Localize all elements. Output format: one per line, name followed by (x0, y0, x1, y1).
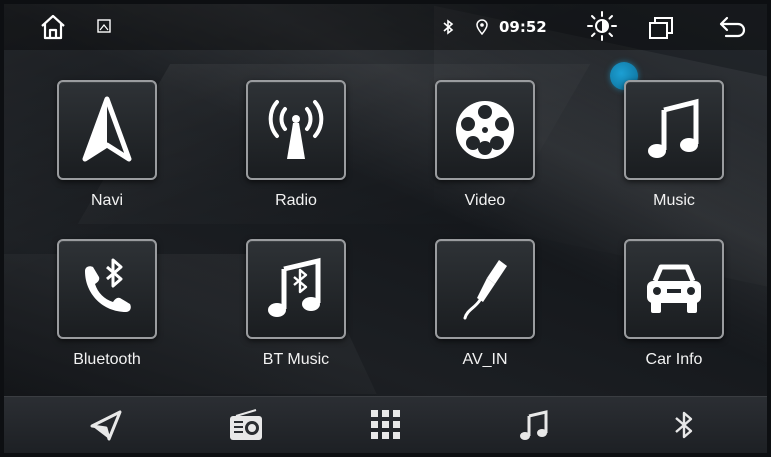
music-icon[interactable] (514, 407, 554, 443)
app-label: Car Info (645, 351, 703, 368)
bottom-dock (4, 396, 767, 453)
image-icon (96, 18, 112, 34)
music-note-icon[interactable] (624, 80, 724, 180)
bluetooth-icon (441, 19, 455, 35)
film-reel-icon[interactable] (435, 80, 535, 180)
app-label: Music (653, 192, 695, 209)
bluetooth-phone-icon[interactable] (57, 239, 157, 339)
radio-icon[interactable] (226, 407, 266, 443)
app-tile-av-in[interactable]: AV_IN (415, 239, 555, 369)
bluetooth-music-icon[interactable] (246, 239, 346, 339)
app-grid-icon[interactable] (366, 407, 406, 443)
app-label: AV_IN (462, 351, 508, 368)
location-pin-icon (475, 19, 489, 35)
clock-time: 09:52 (499, 18, 547, 36)
recent-apps-icon[interactable] (646, 14, 676, 42)
back-arrow-icon[interactable] (717, 13, 749, 41)
home-icon[interactable] (38, 12, 68, 42)
navigation-icon[interactable] (86, 407, 126, 443)
home-screen: 09:52 Navi Radio Video Music Bluetooth B… (4, 4, 767, 453)
av-cable-icon[interactable] (435, 239, 535, 339)
app-tile-bluetooth[interactable]: Bluetooth (37, 239, 177, 369)
bluetooth-icon[interactable] (664, 407, 704, 443)
app-tile-video[interactable]: Video (415, 80, 555, 210)
brightness-icon[interactable] (587, 10, 617, 42)
app-label: Video (464, 192, 506, 209)
app-tile-music[interactable]: Music (604, 80, 744, 210)
app-tile-car-info[interactable]: Car Info (604, 239, 744, 369)
app-label: Bluetooth (73, 351, 141, 368)
app-tile-bt-music[interactable]: BT Music (226, 239, 366, 369)
app-label: BT Music (262, 351, 330, 368)
app-label: Radio (275, 192, 317, 209)
car-icon[interactable] (624, 239, 724, 339)
app-tile-navi[interactable]: Navi (37, 80, 177, 210)
app-label: Navi (90, 192, 123, 209)
navigation-arrow-icon[interactable] (57, 80, 157, 180)
status-bar: 09:52 (4, 4, 767, 50)
radio-antenna-icon[interactable] (246, 80, 346, 180)
app-tile-radio[interactable]: Radio (226, 80, 366, 210)
